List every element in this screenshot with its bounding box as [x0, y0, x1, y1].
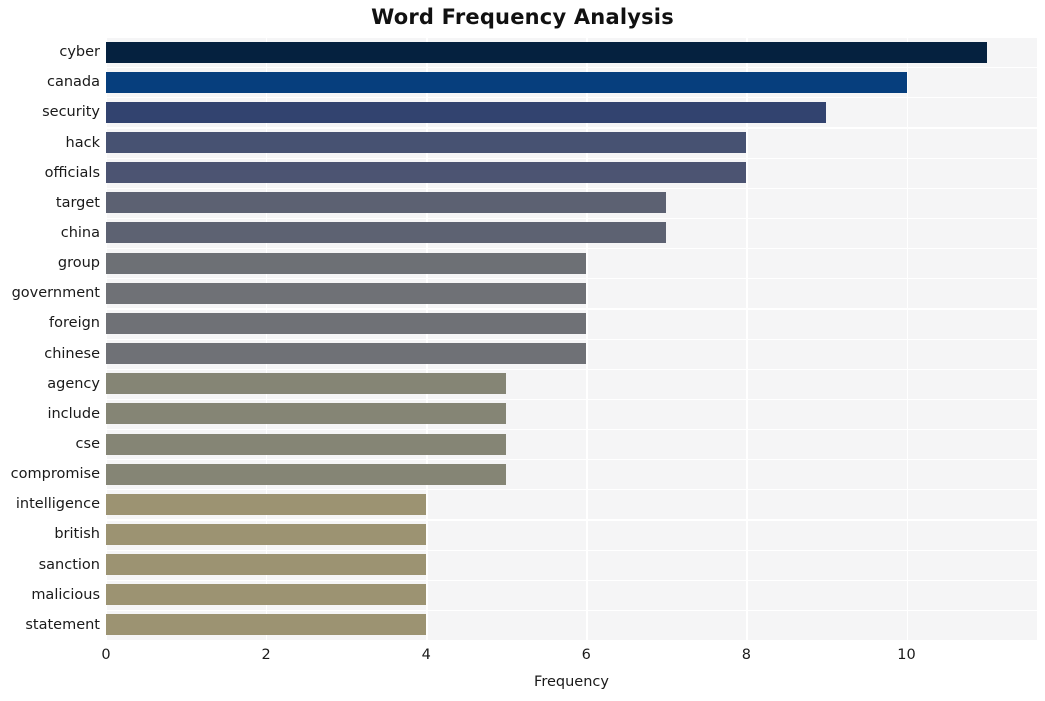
x-tick-label-4: 4 — [421, 647, 431, 663]
y-tick-label-officials: officials — [44, 164, 100, 181]
y-axis-tick-labels: cyber canada security hack officials target ch… — [0, 37, 100, 640]
bar-foreign[interactable] — [106, 312, 587, 334]
gridline-horizontal — [106, 338, 1037, 340]
bar-compromise[interactable] — [106, 463, 507, 485]
y-tick-label-government: government — [11, 285, 100, 302]
gridline-horizontal — [106, 489, 1037, 491]
bar-include[interactable] — [106, 403, 507, 425]
gridline-horizontal — [106, 157, 1037, 159]
gridline-horizontal — [106, 579, 1037, 581]
y-tick-label-cyber: cyber — [59, 44, 100, 61]
y-tick-label-security: security — [42, 104, 100, 121]
x-tick-label-8: 8 — [741, 647, 752, 663]
bar-cyber[interactable] — [106, 41, 987, 63]
gridline-horizontal — [106, 37, 1037, 39]
y-tick-label-chinese: chinese — [44, 345, 100, 362]
y-tick-label-agency: agency — [47, 375, 100, 392]
bar-chinese[interactable] — [106, 343, 587, 365]
y-tick-label-cse: cse — [75, 436, 100, 453]
gridline-horizontal — [106, 248, 1037, 250]
y-tick-label-target: target — [55, 194, 100, 211]
gridline-horizontal — [106, 428, 1037, 431]
bar-group[interactable] — [106, 252, 587, 274]
bar-cse[interactable] — [106, 433, 507, 455]
bar-british[interactable] — [106, 523, 427, 545]
gridline-horizontal — [106, 308, 1037, 310]
bar-agency[interactable] — [106, 373, 507, 395]
y-tick-label-hack: hack — [65, 134, 100, 151]
y-tick-label-canada: canada — [46, 74, 100, 91]
bar-security[interactable] — [106, 101, 827, 123]
gridline-horizontal — [106, 67, 1037, 69]
y-tick-label-statement: statement — [25, 616, 100, 633]
y-tick-label-malicious: malicious — [31, 586, 100, 603]
gridline-horizontal — [106, 217, 1037, 220]
gridline-horizontal — [106, 127, 1037, 129]
y-tick-label-china: china — [60, 224, 100, 241]
x-axis-tick-labels: 0 2 4 6 8 10 — [0, 640, 1045, 670]
bar-malicious[interactable] — [106, 584, 427, 606]
bar-statement[interactable] — [106, 614, 427, 636]
bar-sanction[interactable] — [106, 554, 427, 576]
bar-china[interactable] — [106, 222, 667, 244]
gridline-horizontal — [106, 187, 1037, 189]
gridline-horizontal — [106, 519, 1037, 521]
bar-target[interactable] — [106, 192, 667, 214]
gridline-horizontal — [106, 398, 1037, 400]
x-axis-label: Frequency — [534, 674, 609, 690]
plot-area — [106, 37, 1037, 640]
y-tick-label-group: group — [57, 255, 100, 272]
chart-figure: Word Frequency Analysis cyber canada secur… — [0, 0, 1045, 701]
x-tick-label-2: 2 — [261, 647, 271, 663]
gridline-horizontal — [106, 549, 1037, 551]
gridline-horizontal — [106, 278, 1037, 280]
y-tick-label-foreign: foreign — [49, 315, 100, 332]
y-tick-label-compromise: compromise — [10, 466, 100, 483]
bar-officials[interactable] — [106, 162, 747, 184]
bar-intelligence[interactable] — [106, 493, 427, 515]
gridline-horizontal — [106, 459, 1037, 461]
bar-hack[interactable] — [106, 132, 747, 154]
gridline-horizontal — [106, 368, 1037, 370]
gridline-horizontal — [106, 97, 1037, 99]
y-tick-label-british: british — [54, 526, 100, 543]
x-tick-label-6: 6 — [581, 647, 591, 663]
bar-canada[interactable] — [106, 71, 907, 93]
x-tick-label-0: 0 — [101, 647, 111, 663]
bar-government[interactable] — [106, 282, 587, 304]
gridline-horizontal — [106, 609, 1037, 612]
y-tick-label-sanction: sanction — [38, 556, 100, 573]
y-tick-label-intelligence: intelligence — [15, 496, 100, 513]
page-title: Word Frequency Analysis — [371, 5, 674, 29]
x-tick-label-10: 10 — [897, 647, 916, 663]
y-tick-label-include: include — [47, 405, 100, 422]
